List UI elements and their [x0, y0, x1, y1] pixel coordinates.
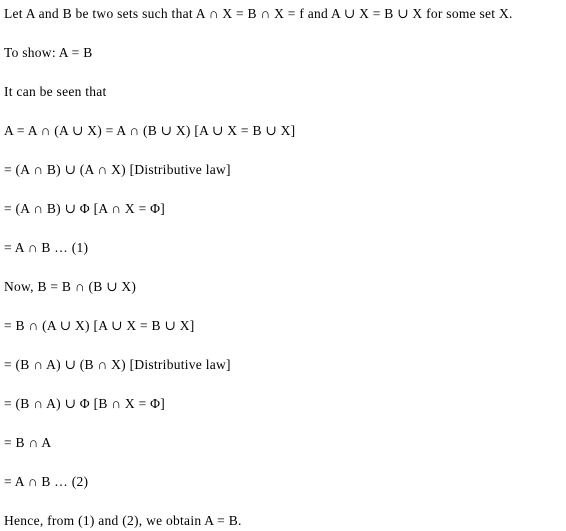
proof-line-step-a-2: = (A ∩ B) ∪ (A ∩ X) [Distributive law] [4, 162, 231, 177]
proof-line-step-a-4: = A ∩ B … (1) [4, 240, 89, 255]
proof-text-body: Let A and B be two sets such that A ∩ X … [0, 0, 566, 530]
proof-line-step-b-2: = B ∩ (A ∪ X) [A ∪ X = B ∪ X] [4, 318, 195, 333]
document-page: Let A and B be two sets such that A ∩ X … [0, 0, 566, 531]
proof-line-to-show: To show: A = B [4, 45, 93, 60]
proof-line-conclusion: Hence, from (1) and (2), we obtain A = B… [4, 513, 242, 528]
proof-line-step-a-1: A = A ∩ (A ∪ X) = A ∩ (B ∪ X) [A ∪ X = B… [4, 123, 296, 138]
proof-line-step-b-1: Now, B = B ∩ (B ∪ X) [4, 279, 137, 294]
proof-line-step-a-3: = (A ∩ B) ∪ Φ [A ∩ X = Φ] [4, 201, 166, 216]
proof-line-step-b-3: = (B ∩ A) ∪ (B ∩ X) [Distributive law] [4, 357, 231, 372]
proof-line-observation: It can be seen that [4, 84, 107, 99]
proof-line-step-b-6: = A ∩ B … (2) [4, 474, 89, 489]
proof-line-step-b-5: = B ∩ A [4, 435, 52, 450]
proof-line-step-b-4: = (B ∩ A) ∪ Φ [B ∩ X = Φ] [4, 396, 166, 411]
proof-line-premise: Let A and B be two sets such that A ∩ X … [4, 6, 513, 21]
